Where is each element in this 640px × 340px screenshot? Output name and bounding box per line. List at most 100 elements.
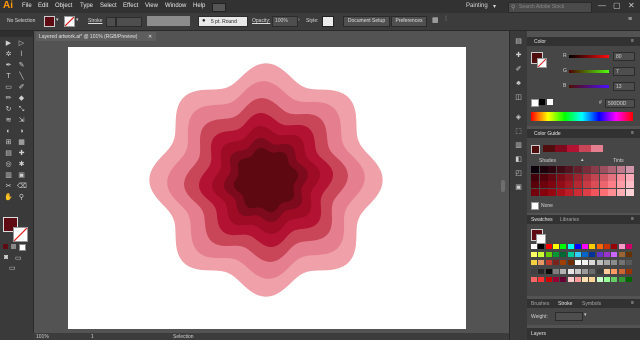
stock-search-input[interactable]: ⚲ Search Adobe Stock [508,2,592,13]
blue-slider[interactable] [569,85,609,88]
color-guide-cell[interactable] [608,188,617,196]
swatch[interactable] [589,244,596,249]
swatch-grid[interactable] [531,244,635,290]
swatch[interactable] [567,260,574,266]
libraries-tab[interactable]: Libraries [560,217,579,223]
swatch[interactable] [618,268,625,274]
color-guide-cell[interactable] [608,166,617,173]
hex-field[interactable]: 500D0D [605,99,635,108]
align-panel-icon[interactable]: ▥ [514,141,523,150]
document-tab[interactable]: Layered artwork.ai* @ 101% (RGB/Preview)… [36,32,156,41]
gradient-tool-icon[interactable]: ▤ [4,150,13,158]
menu-effect[interactable]: Effect [123,3,138,9]
artboard-tool-icon[interactable]: ▣ [17,172,26,180]
menu-edit[interactable]: Edit [38,3,48,9]
stroke-weight-stepper[interactable] [106,17,116,27]
magic-wand-tool-icon[interactable]: ✲ [4,51,13,59]
swatch[interactable] [582,260,589,266]
base-color-swatch[interactable] [531,145,540,154]
swatch[interactable] [567,268,574,274]
zoom-level[interactable]: 101% [36,334,49,340]
color-guide-cell[interactable] [574,173,582,181]
color-guide-cell[interactable] [548,173,557,181]
chevron-down-icon[interactable]: ▾ [56,17,59,23]
green-field[interactable]: 7 [613,67,635,76]
swatch[interactable] [545,276,552,282]
current-tool-status[interactable]: Selection [173,334,194,340]
panel-menu-icon[interactable]: ≡ [628,16,632,23]
color-guide-cell[interactable] [617,173,625,181]
swatch[interactable] [574,260,581,266]
swatch[interactable] [567,244,574,249]
opacity-label[interactable]: Opacity: [252,18,270,24]
limit-none-swatch[interactable] [531,202,539,210]
color-guide-cell[interactable] [591,181,600,188]
brush-definition[interactable]: ● 5 pt. Round [198,16,248,27]
swatch[interactable] [574,244,581,249]
workspace-switcher[interactable]: Painting [466,3,488,9]
swatch[interactable] [611,260,618,266]
pencil-tool-icon[interactable]: ✏ [4,95,13,103]
paintbrush-tool-icon[interactable]: ✐ [17,84,26,92]
arrange-icon[interactable]: ▦ [432,16,439,24]
color-guide-cell[interactable] [582,181,591,188]
stroke-swatch[interactable] [64,16,75,27]
eraser-tool-icon[interactable]: ⌫ [17,183,27,191]
fill-swatch[interactable] [44,16,55,27]
stroke-label[interactable]: Stroke [88,18,102,24]
chevron-down-icon[interactable]: ▾ [584,312,587,318]
swatches-tab[interactable]: Swatches [531,217,553,223]
warp-tool-icon[interactable]: ≋ [4,117,13,125]
color-guide-cell[interactable] [556,181,565,188]
red-field[interactable]: 80 [613,52,635,61]
page-number[interactable]: 1 [91,334,94,340]
color-guide-cell[interactable] [625,166,634,173]
curvature-tool-icon[interactable]: ✎ [17,62,26,70]
blue-field[interactable]: 13 [613,82,635,91]
toolbar-stroke-swatch[interactable] [13,227,28,242]
swatch[interactable] [545,260,552,266]
color-guide-cell[interactable] [625,188,634,196]
color-guide-cell[interactable] [608,181,617,188]
swatch[interactable] [552,244,559,249]
color-guide-cell[interactable] [531,188,539,196]
arrange-documents-icon[interactable] [212,3,226,12]
swatch[interactable] [560,252,567,258]
color-guide-cell[interactable] [582,166,591,173]
color-guide-cell[interactable] [599,188,608,196]
swatch[interactable] [618,244,625,249]
color-guide-cell[interactable] [548,188,557,196]
swatch[interactable] [589,268,596,274]
color-guide-cell[interactable] [539,188,548,196]
vertical-scrollbar[interactable] [501,180,505,192]
swatch[interactable] [596,244,603,249]
swatch[interactable] [618,252,625,258]
color-guide-cell[interactable] [582,188,591,196]
swatch[interactable] [531,268,537,274]
swatch[interactable] [596,252,603,258]
red-slider[interactable] [569,55,609,58]
swatch[interactable] [560,244,567,249]
swatch[interactable] [531,260,537,266]
color-guide-cell[interactable] [548,181,557,188]
weight-field[interactable] [555,312,583,321]
color-guide-cell[interactable] [574,166,582,173]
swatch[interactable] [574,252,581,258]
pathfinder-panel-icon[interactable]: ◧ [514,155,523,164]
swatch[interactable] [574,276,581,282]
swatch[interactable] [625,260,632,266]
paint-bucket-icon[interactable]: ✚ [514,51,523,60]
none-mode-button[interactable] [19,244,26,251]
color-guide-cell[interactable] [565,166,574,173]
blend-tool-icon[interactable]: ◎ [4,161,13,169]
opacity-field[interactable]: 100% [272,16,298,27]
swatch[interactable] [560,268,567,274]
chevron-down-icon[interactable]: ▾ [76,17,79,23]
swatch[interactable] [552,268,559,274]
color-guide-cell[interactable] [548,166,557,173]
preferences-button[interactable]: Preferences [391,16,427,27]
swatch[interactable] [611,268,618,274]
color-guide-cell[interactable] [582,173,591,181]
harmony-colors[interactable] [543,145,603,152]
panel-menu-icon[interactable]: ≡ [631,300,634,306]
